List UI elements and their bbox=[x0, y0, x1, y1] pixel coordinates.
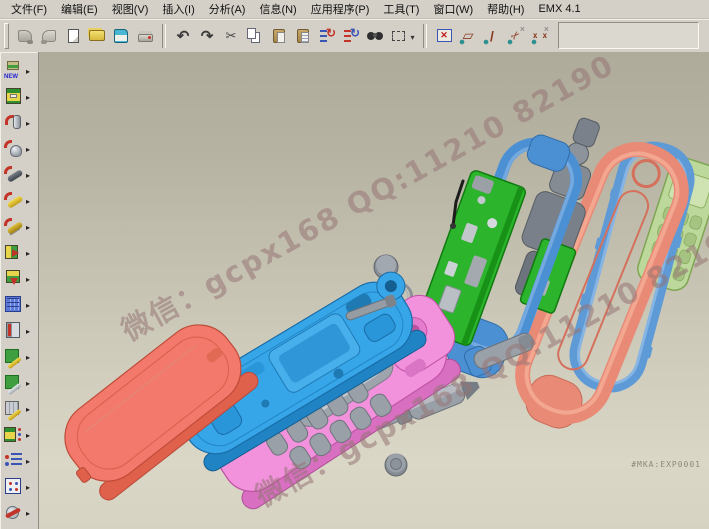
emx-edit-component[interactable] bbox=[0, 343, 38, 369]
menu-bar: 文件(F)编辑(E)视图(V)插入(I)分析(A)信息(N)应用程序(P)工具(… bbox=[0, 0, 709, 19]
flyout-arrow-icon[interactable] bbox=[26, 503, 30, 521]
undo-button[interactable] bbox=[172, 25, 194, 47]
redo-button[interactable] bbox=[196, 25, 218, 47]
flyout-arrow-icon[interactable] bbox=[26, 269, 30, 287]
flyout-arrow-icon[interactable] bbox=[26, 425, 30, 443]
flyout-arrow-icon[interactable] bbox=[26, 61, 30, 79]
toolbar-empty-dock bbox=[558, 22, 699, 49]
menu-window[interactable]: 窗口(W) bbox=[426, 0, 480, 18]
flyout-arrow-icon[interactable] bbox=[26, 295, 30, 313]
search-button[interactable] bbox=[364, 25, 386, 47]
close-window-button[interactable] bbox=[433, 25, 455, 47]
regenerate-custom-button[interactable] bbox=[340, 25, 362, 47]
emx-mold-components[interactable] bbox=[0, 109, 38, 135]
menu-analysis[interactable]: 分析(A) bbox=[202, 0, 253, 18]
copy-button[interactable] bbox=[244, 25, 266, 47]
paste-button[interactable] bbox=[268, 25, 290, 47]
flyout-arrow-icon[interactable] bbox=[26, 321, 30, 339]
flyout-arrow-icon[interactable] bbox=[26, 373, 30, 391]
emx-new-project[interactable] bbox=[0, 57, 38, 83]
flyout-arrow-icon[interactable] bbox=[26, 217, 30, 235]
emx-drawing[interactable] bbox=[0, 395, 38, 421]
export-session-button[interactable] bbox=[38, 25, 60, 47]
menu-emx[interactable]: EMX 4.1 bbox=[531, 2, 587, 16]
flyout-arrow-icon[interactable] bbox=[26, 477, 30, 495]
menu-applications[interactable]: 应用程序(P) bbox=[304, 0, 377, 18]
volume-knob[interactable] bbox=[385, 454, 407, 477]
emx-slider[interactable] bbox=[0, 239, 38, 265]
menu-view[interactable]: 视图(V) bbox=[105, 0, 156, 18]
application-window: 文件(F)编辑(E)视图(V)插入(I)分析(A)信息(N)应用程序(P)工具(… bbox=[0, 0, 709, 53]
main-area: 微信：gcpx168 QQ:11210 82190 微信：gcpx168 QQ:… bbox=[0, 52, 709, 529]
emx-ejector[interactable] bbox=[0, 499, 38, 525]
emx-library[interactable] bbox=[0, 317, 38, 343]
emx-screws[interactable] bbox=[0, 161, 38, 187]
print-button[interactable] bbox=[134, 25, 156, 47]
point-display-button[interactable] bbox=[505, 25, 527, 47]
antenna-wire-tip bbox=[450, 223, 456, 229]
menu-edit[interactable]: 编辑(E) bbox=[54, 0, 105, 18]
emx-moldbase[interactable] bbox=[0, 83, 38, 109]
emx-plates[interactable] bbox=[0, 291, 38, 317]
flyout-arrow-icon[interactable] bbox=[26, 87, 30, 105]
flyout-arrow-icon[interactable] bbox=[26, 451, 30, 469]
cut-button[interactable] bbox=[220, 25, 242, 47]
emx-lifter[interactable] bbox=[0, 265, 38, 291]
selection-filter-button[interactable] bbox=[388, 25, 417, 47]
menu-info[interactable]: 信息(N) bbox=[252, 0, 303, 18]
main-toolbar bbox=[0, 19, 709, 53]
datum-plane-display-button[interactable] bbox=[457, 25, 479, 47]
emx-inserts[interactable] bbox=[0, 213, 38, 239]
datum-axis-display-button[interactable] bbox=[481, 25, 503, 47]
flyout-arrow-icon[interactable] bbox=[26, 399, 30, 417]
dropdown-caret-icon[interactable] bbox=[408, 27, 417, 45]
emx-mold-check[interactable] bbox=[0, 421, 38, 447]
emx-bom[interactable] bbox=[0, 447, 38, 473]
new-file-button[interactable] bbox=[62, 25, 84, 47]
import-session-button[interactable] bbox=[14, 25, 36, 47]
regenerate-button[interactable] bbox=[316, 25, 338, 47]
flyout-arrow-icon[interactable] bbox=[26, 139, 30, 157]
toolbar-grip[interactable] bbox=[4, 23, 9, 49]
graphics-area[interactable]: 微信：gcpx168 QQ:11210 82190 微信：gcpx168 QQ:… bbox=[39, 52, 709, 529]
flyout-arrow-icon[interactable] bbox=[26, 113, 30, 131]
flyout-arrow-icon[interactable] bbox=[26, 347, 30, 365]
menu-tools[interactable]: 工具(T) bbox=[376, 0, 426, 18]
paste-special-button[interactable] bbox=[292, 25, 314, 47]
flyout-arrow-icon[interactable] bbox=[26, 243, 30, 261]
emx-locating-ring[interactable] bbox=[0, 135, 38, 161]
toolbar-separator bbox=[423, 24, 427, 48]
menu-file[interactable]: 文件(F) bbox=[4, 0, 54, 18]
menu-help[interactable]: 帮助(H) bbox=[480, 0, 531, 18]
emx-hole-table[interactable] bbox=[0, 473, 38, 499]
open-file-button[interactable] bbox=[86, 25, 108, 47]
explode-state-label: #MKA:EXP0001 bbox=[631, 460, 701, 469]
emx-sidebar-toolbar bbox=[0, 52, 39, 529]
menu-insert[interactable]: 插入(I) bbox=[155, 0, 201, 18]
toolbar-separator bbox=[162, 24, 166, 48]
flyout-arrow-icon[interactable] bbox=[26, 191, 30, 209]
emx-dowel-pins[interactable] bbox=[0, 187, 38, 213]
csys-display-button[interactable] bbox=[529, 25, 551, 47]
flyout-arrow-icon[interactable] bbox=[26, 165, 30, 183]
emx-trim-component[interactable] bbox=[0, 369, 38, 395]
save-file-button[interactable] bbox=[110, 25, 132, 47]
